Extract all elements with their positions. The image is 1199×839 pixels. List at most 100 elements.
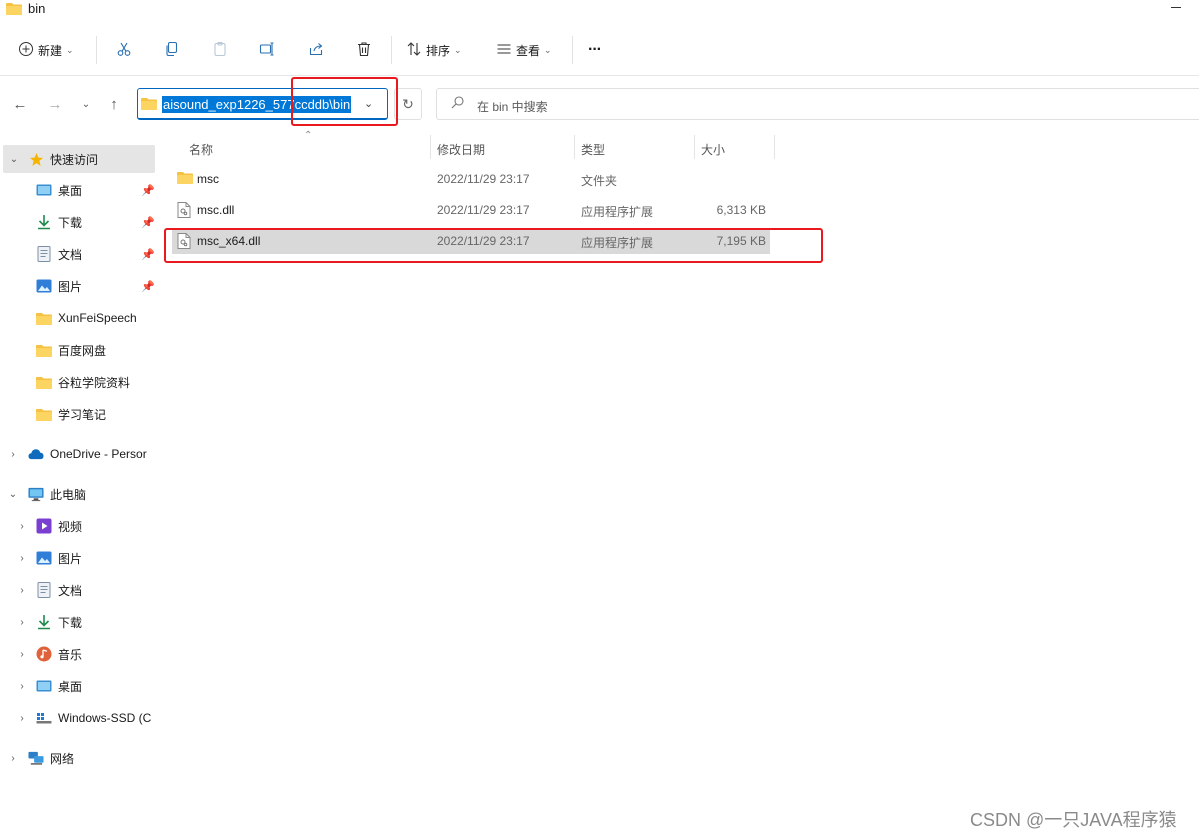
paste-button[interactable]: [212, 38, 228, 62]
sidebar-item-label: 文档: [58, 583, 83, 598]
file-type: 应用程序扩展: [581, 205, 654, 219]
rename-button[interactable]: [259, 38, 275, 62]
cut-button[interactable]: [116, 38, 132, 62]
desktop-icon: [36, 678, 52, 694]
sidebar-item-desktop[interactable]: 桌面 📌: [0, 176, 156, 204]
recent-locations-button[interactable]: ⌄: [75, 93, 97, 115]
chevron-right-icon[interactable]: ›: [17, 649, 27, 660]
chevron-right-icon[interactable]: ›: [8, 449, 18, 460]
file-size: 6,313 KB: [716, 203, 766, 217]
scissors-icon: [116, 41, 132, 60]
sort-button-label: 排序: [426, 43, 451, 58]
download-icon: [36, 614, 52, 630]
sidebar-item-pc-desktop[interactable]: › 桌面: [0, 672, 156, 700]
folder-icon: [141, 97, 157, 113]
sidebar-item-label: 学习笔记: [58, 407, 107, 422]
sidebar-item-label: 网络: [50, 751, 75, 766]
pin-icon[interactable]: 📌: [141, 280, 155, 293]
sort-up-icon: ⌃: [304, 130, 313, 141]
sidebar-item-this-pc[interactable]: ⌄ 此电脑: [0, 480, 156, 508]
sort-arrows-icon: [406, 41, 422, 60]
sidebar-item-xunfeispeech[interactable]: XunFeiSpeech: [0, 304, 156, 332]
pin-icon[interactable]: 📌: [141, 216, 155, 229]
sidebar-item-quick-access[interactable]: ⌄ 快速访问: [3, 145, 155, 173]
sidebar-item-label: 图片: [58, 551, 83, 566]
command-bar: 新建 ⌄ 排序 ⌄ 查看 ⌄ ···: [0, 24, 1199, 76]
sidebar-item-label: 快速访问: [50, 152, 99, 167]
folder-icon: [36, 310, 52, 326]
navigation-pane: ⌄ 快速访问 桌面 📌 下载 📌 文档 📌 图片 📌 XunFeiSpeech …: [0, 131, 158, 839]
star-icon: [28, 151, 44, 167]
chevron-down-icon[interactable]: ⌄: [9, 154, 19, 165]
chevron-down-icon[interactable]: ⌄: [8, 489, 18, 500]
sidebar-item-study-notes[interactable]: 学习笔记: [0, 400, 156, 428]
file-row[interactable]: msc.dll 2022/11/29 23:17 应用程序扩展 6,313 KB: [172, 197, 770, 223]
column-header-name[interactable]: 名称: [189, 135, 213, 165]
sidebar-item-label: 此电脑: [50, 487, 87, 502]
file-modified: 2022/11/29 23:17: [437, 172, 530, 186]
view-button[interactable]: 查看 ⌄: [496, 38, 552, 62]
sidebar-item-music[interactable]: › 音乐: [0, 640, 156, 668]
column-header-size[interactable]: 大小: [701, 135, 725, 165]
window-title: bin: [28, 1, 46, 16]
chevron-right-icon[interactable]: ›: [17, 553, 27, 564]
back-button[interactable]: ←: [9, 93, 31, 115]
trash-icon: [356, 41, 372, 60]
annotation-box-address: [291, 77, 398, 126]
video-icon: [36, 518, 52, 534]
search-box[interactable]: 在 bin 中搜索: [436, 88, 1199, 120]
chevron-down-icon: ⌄: [81, 98, 91, 110]
sidebar-item-label: OneDrive - Persor: [50, 447, 147, 461]
cloud-icon: [28, 446, 44, 462]
sidebar-item-videos[interactable]: › 视频: [0, 512, 156, 540]
folder-icon: [36, 342, 52, 358]
file-row[interactable]: msc 2022/11/29 23:17 文件夹: [172, 166, 770, 192]
refresh-button[interactable]: ↻: [394, 88, 422, 120]
column-header-modified[interactable]: 修改日期: [437, 135, 485, 165]
sidebar-item-label: 音乐: [58, 647, 83, 662]
chevron-right-icon[interactable]: ›: [8, 753, 18, 764]
chevron-right-icon[interactable]: ›: [17, 713, 27, 724]
pin-icon[interactable]: 📌: [141, 248, 155, 261]
plus-circle-icon: [18, 41, 34, 60]
sidebar-item-baidu-netdisk[interactable]: 百度网盘: [0, 336, 156, 364]
column-header-type[interactable]: 类型: [581, 135, 605, 165]
column-divider[interactable]: [694, 135, 695, 159]
sidebar-item-label: 视频: [58, 519, 83, 534]
copy-button[interactable]: [164, 38, 180, 62]
sidebar-item-windows-ssd[interactable]: › Windows-SSD (C: [0, 704, 156, 732]
folder-icon: [36, 374, 52, 390]
network-icon: [28, 750, 44, 766]
chevron-right-icon[interactable]: ›: [17, 521, 27, 532]
toolbar-divider: [572, 36, 573, 64]
sidebar-item-pictures[interactable]: 图片 📌: [0, 272, 156, 300]
search-icon: [451, 96, 464, 112]
minimize-button[interactable]: [1168, 0, 1184, 14]
sidebar-item-downloads[interactable]: 下载 📌: [0, 208, 156, 236]
column-divider[interactable]: [774, 135, 775, 159]
sidebar-item-network[interactable]: › 网络: [0, 744, 156, 772]
forward-button[interactable]: →: [44, 93, 66, 115]
more-options-button[interactable]: ···: [588, 38, 602, 62]
pin-icon[interactable]: 📌: [141, 184, 155, 197]
sidebar-item-guli-materials[interactable]: 谷粒学院资料: [0, 368, 156, 396]
toolbar-divider: [391, 36, 392, 64]
new-button[interactable]: 新建 ⌄: [18, 38, 74, 62]
chevron-right-icon[interactable]: ›: [17, 681, 27, 692]
chevron-right-icon[interactable]: ›: [17, 585, 27, 596]
sidebar-item-pc-documents[interactable]: › 文档: [0, 576, 156, 604]
column-divider[interactable]: [574, 135, 575, 159]
sidebar-item-documents[interactable]: 文档 📌: [0, 240, 156, 268]
chevron-right-icon[interactable]: ›: [17, 617, 27, 628]
annotation-box-file: [164, 228, 823, 263]
sidebar-item-label: 文档: [58, 247, 83, 262]
sort-button[interactable]: 排序 ⌄: [406, 38, 462, 62]
delete-button[interactable]: [356, 38, 372, 62]
share-button[interactable]: [308, 38, 324, 62]
sidebar-item-pc-pictures[interactable]: › 图片: [0, 544, 156, 572]
sidebar-item-pc-downloads[interactable]: › 下载: [0, 608, 156, 636]
up-button[interactable]: ↑: [103, 93, 125, 115]
column-divider[interactable]: [430, 135, 431, 159]
search-placeholder: 在 bin 中搜索: [477, 100, 548, 114]
sidebar-item-onedrive[interactable]: › OneDrive - Persor: [0, 440, 156, 468]
